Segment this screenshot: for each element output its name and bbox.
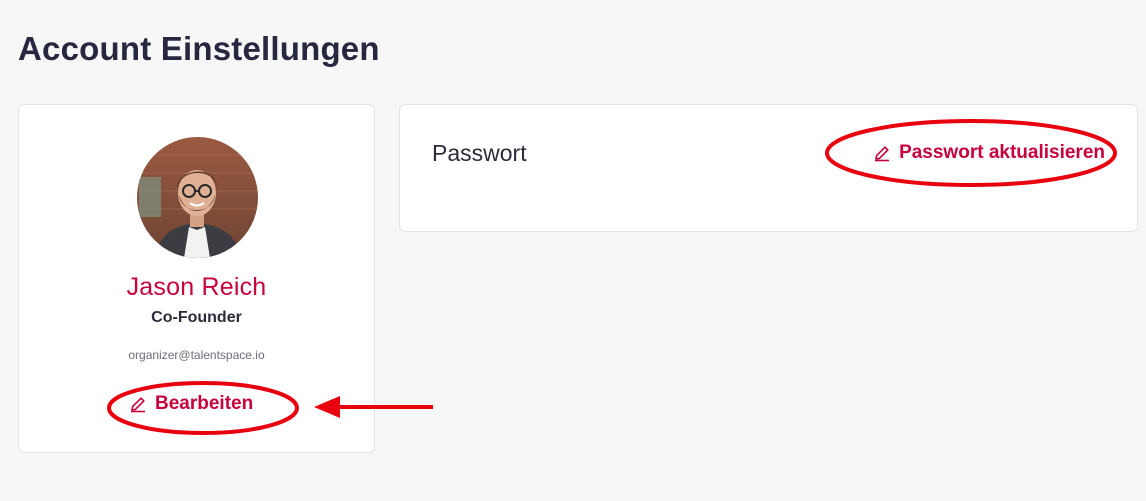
password-card: Passwort Passwort aktualisieren [399,104,1138,232]
pencil-icon [873,144,891,162]
edit-profile-button[interactable]: Bearbeiten [129,393,253,415]
profile-role: Co-Founder [151,309,242,326]
update-password-label: Passwort aktualisieren [899,142,1105,163]
edit-profile-label: Bearbeiten [155,393,254,414]
update-password-button[interactable]: Passwort aktualisieren [873,142,1105,164]
pencil-icon [129,395,147,413]
password-title: Passwort [432,140,527,166]
profile-name: Jason Reich [126,273,267,301]
page-title: Account Einstellungen [18,30,380,67]
profile-card: Jason Reich Co-Founder organizer@talents… [18,104,375,453]
avatar [137,137,258,258]
profile-email: organizer@talentspace.io [128,348,265,362]
